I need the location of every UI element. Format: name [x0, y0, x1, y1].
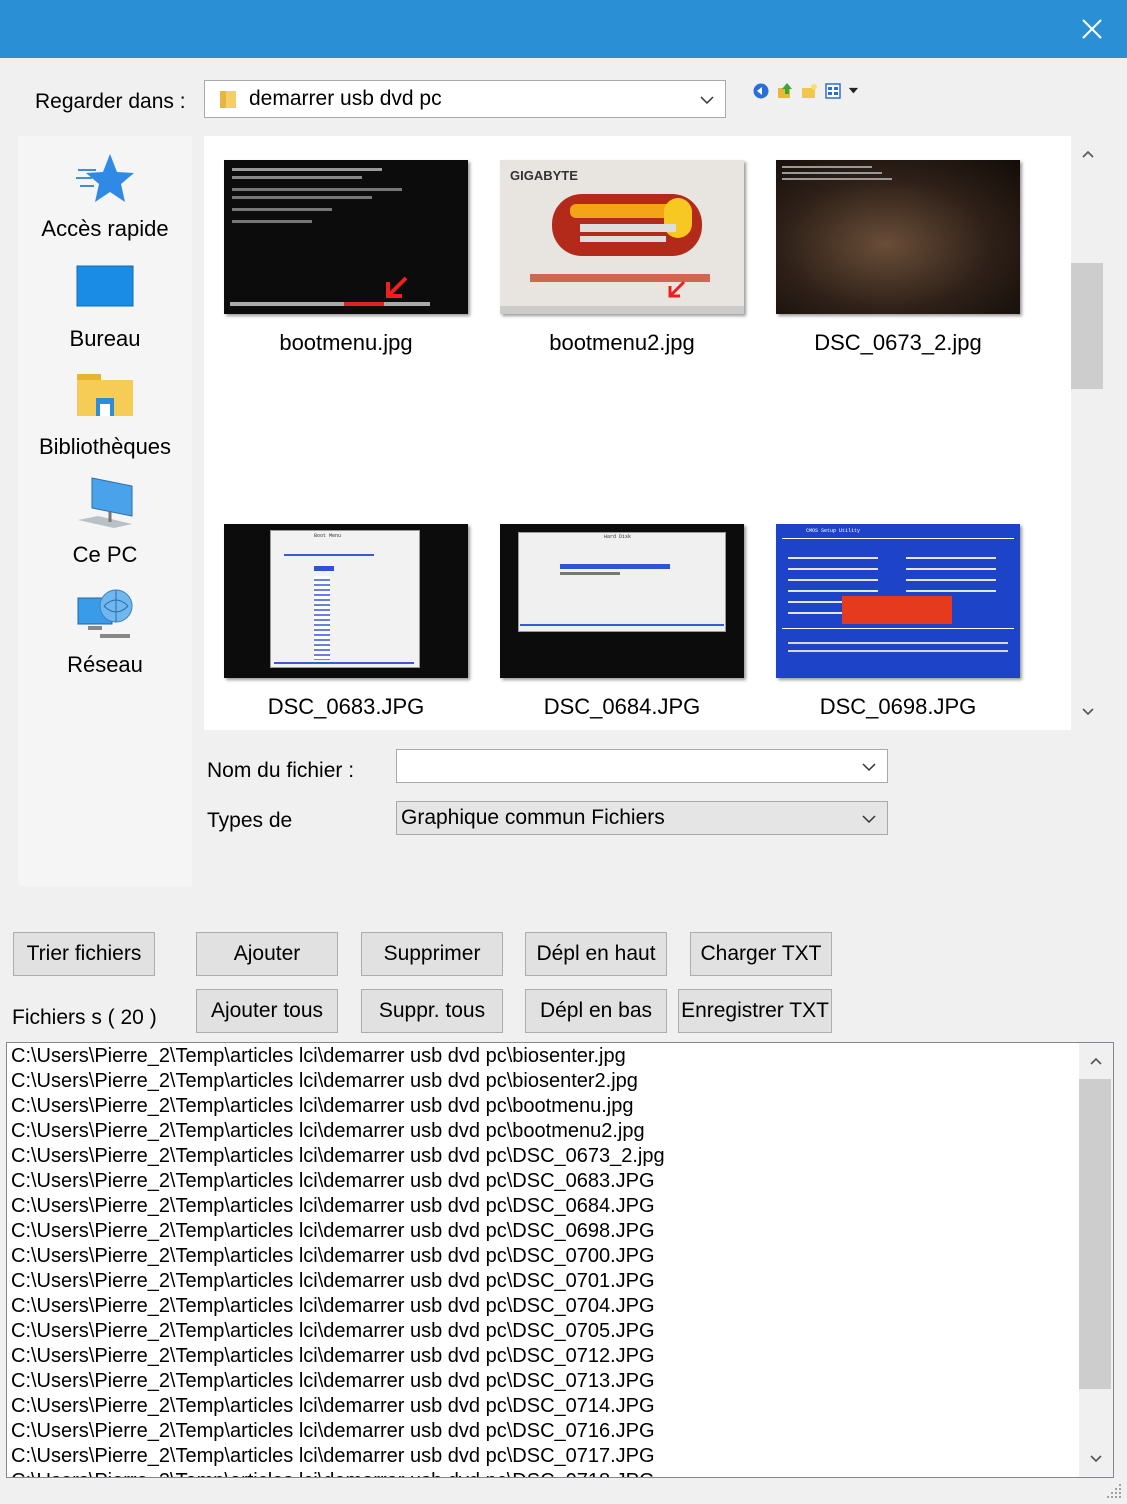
back-icon[interactable]: [752, 82, 770, 100]
list-item[interactable]: C:\Users\Pierre_2\Temp\articles lci\dema…: [11, 1444, 1081, 1469]
file-thumbnail: CMOS Setup Utility: [776, 524, 1020, 678]
list-item[interactable]: C:\Users\Pierre_2\Temp\articles lci\dema…: [11, 1119, 1081, 1144]
list-item[interactable]: C:\Users\Pierre_2\Temp\articles lci\dema…: [11, 1394, 1081, 1419]
file-thumbnail: [224, 160, 468, 314]
filename-label: Nom du fichier :: [207, 759, 355, 782]
list-item[interactable]: C:\Users\Pierre_2\Temp\articles lci\dema…: [11, 1144, 1081, 1169]
close-button[interactable]: [1057, 0, 1127, 58]
sort-files-button[interactable]: Trier fichiers: [13, 932, 155, 976]
list-item[interactable]: C:\Users\Pierre_2\Temp\articles lci\dema…: [11, 1369, 1081, 1394]
delete-all-button[interactable]: Suppr. tous: [361, 989, 503, 1033]
file-thumbnail: [776, 160, 1020, 314]
place-desktop[interactable]: Bureau: [18, 260, 192, 352]
add-button[interactable]: Ajouter: [196, 932, 338, 976]
selected-files-label: Fichiers s ( 20 ): [12, 1006, 157, 1029]
view-menu-icon[interactable]: [824, 82, 842, 100]
place-quick-access[interactable]: Accès rapide: [18, 150, 192, 242]
network-icon: [77, 589, 133, 638]
scroll-down-icon[interactable]: [1080, 704, 1096, 720]
list-item[interactable]: C:\Users\Pierre_2\Temp\articles lci\dema…: [11, 1194, 1081, 1219]
file-item-dsc-0684[interactable]: Hard Disk DSC_0684.JPG: [484, 524, 760, 720]
move-up-button[interactable]: Dépl en haut: [525, 932, 667, 976]
look-in-combo[interactable]: demarrer usb dvd pc: [204, 80, 726, 118]
look-in-value: demarrer usb dvd pc: [249, 87, 442, 110]
new-folder-icon[interactable]: [800, 82, 818, 100]
save-txt-button[interactable]: Enregistrer TXT: [678, 989, 832, 1033]
dropdown-arrow-icon[interactable]: [848, 82, 862, 100]
list-item[interactable]: C:\Users\Pierre_2\Temp\articles lci\dema…: [11, 1419, 1081, 1444]
list-item[interactable]: C:\Users\Pierre_2\Temp\articles lci\dema…: [11, 1169, 1081, 1194]
chevron-down-icon: [700, 96, 714, 105]
resize-grip-icon[interactable]: [1105, 1482, 1123, 1500]
list-item[interactable]: C:\Users\Pierre_2\Temp\articles lci\dema…: [11, 1219, 1081, 1244]
scrollbar-thumb[interactable]: [1079, 1079, 1111, 1389]
filetype-label: Types de: [207, 809, 293, 832]
desktop-icon: [76, 265, 134, 307]
load-txt-button[interactable]: Charger TXT: [690, 932, 832, 976]
list-item[interactable]: C:\Users\Pierre_2\Temp\articles lci\dema…: [11, 1319, 1081, 1344]
list-scrollbar[interactable]: [1079, 1043, 1113, 1477]
file-item-dsc-0683[interactable]: Boot Menu DSC_0683.JPG: [208, 524, 484, 720]
place-network[interactable]: Réseau: [18, 586, 192, 678]
filetype-value: Graphique commun Fichiers: [401, 806, 665, 829]
add-all-button[interactable]: Ajouter tous: [196, 989, 338, 1033]
filename-combo[interactable]: [396, 749, 888, 783]
close-icon: [1082, 19, 1102, 39]
scroll-up-icon[interactable]: [1088, 1053, 1104, 1069]
up-folder-icon[interactable]: [776, 82, 794, 100]
file-item-dsc-0673-2[interactable]: DSC_0673_2.jpg: [760, 160, 1036, 356]
scroll-up-icon[interactable]: [1080, 146, 1096, 162]
title-bar: [0, 0, 1127, 58]
file-view-scrollbar[interactable]: [1071, 136, 1105, 730]
look-in-label: Regarder dans :: [35, 90, 186, 113]
list-item[interactable]: C:\Users\Pierre_2\Temp\articles lci\dema…: [11, 1094, 1081, 1119]
list-item[interactable]: C:\Users\Pierre_2\Temp\articles lci\dema…: [11, 1269, 1081, 1294]
chevron-down-icon: [862, 815, 876, 824]
delete-button[interactable]: Supprimer: [361, 932, 503, 976]
list-item[interactable]: C:\Users\Pierre_2\Temp\articles lci\dema…: [11, 1069, 1081, 1094]
file-item-bootmenu[interactable]: bootmenu.jpg: [208, 160, 484, 356]
chevron-down-icon: [862, 763, 876, 772]
move-down-button[interactable]: Dépl en bas: [525, 989, 667, 1033]
computer-icon: [78, 477, 133, 528]
list-item[interactable]: C:\Users\Pierre_2\Temp\articles lci\dema…: [11, 1469, 1081, 1477]
selected-files-list[interactable]: C:\Users\Pierre_2\Temp\articles lci\dema…: [6, 1042, 1114, 1478]
file-item-bootmenu2[interactable]: GIGABYTE bootmenu2.jpg: [484, 160, 760, 356]
file-thumbnail: Boot Menu: [224, 524, 468, 678]
file-thumbnail: Hard Disk: [500, 524, 744, 678]
list-item[interactable]: C:\Users\Pierre_2\Temp\articles lci\dema…: [11, 1044, 1081, 1069]
file-item-dsc-0698[interactable]: CMOS Setup Utility DSC_0698.JPG: [760, 524, 1036, 720]
star-icon: [76, 154, 134, 202]
list-item[interactable]: C:\Users\Pierre_2\Temp\articles lci\dema…: [11, 1344, 1081, 1369]
scroll-down-icon[interactable]: [1088, 1451, 1104, 1467]
list-item[interactable]: C:\Users\Pierre_2\Temp\articles lci\dema…: [11, 1244, 1081, 1269]
scrollbar-thumb[interactable]: [1071, 263, 1103, 389]
places-bar: Accès rapide Bureau Bibliothèques Ce PC: [18, 136, 192, 886]
folder-icon: [220, 91, 236, 108]
filetype-combo[interactable]: Graphique commun Fichiers: [396, 801, 888, 835]
list-item[interactable]: C:\Users\Pierre_2\Temp\articles lci\dema…: [11, 1294, 1081, 1319]
place-libraries[interactable]: Bibliothèques: [18, 368, 192, 460]
libraries-icon: [77, 374, 133, 416]
place-this-pc[interactable]: Ce PC: [18, 476, 192, 568]
file-thumbnail: GIGABYTE: [500, 160, 744, 314]
file-view[interactable]: bootmenu.jpg GIGABYTE bootmenu2.jpg DSC_…: [204, 136, 1071, 730]
